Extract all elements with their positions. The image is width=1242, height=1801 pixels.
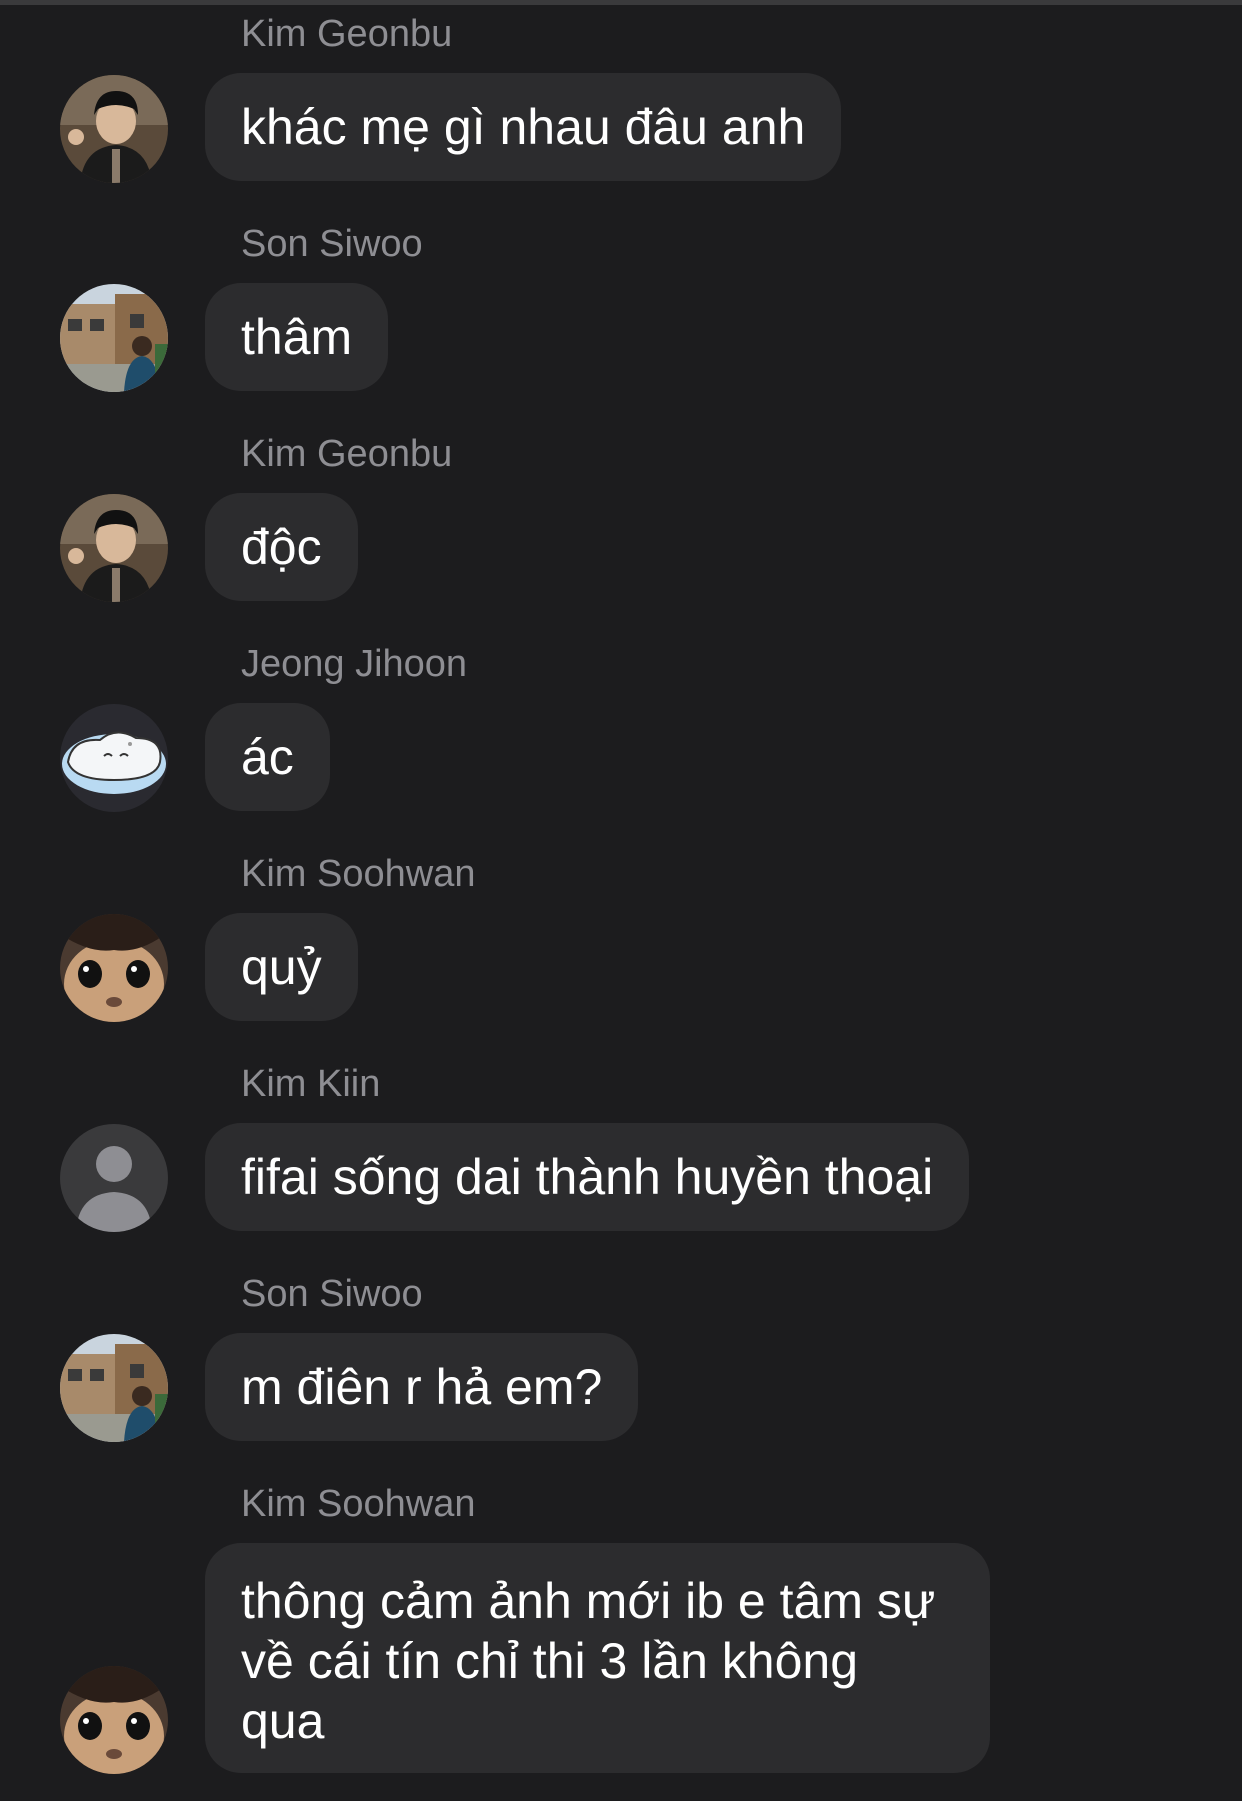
- avatar-icon[interactable]: [60, 914, 168, 1022]
- message-bubble[interactable]: độc: [205, 493, 358, 601]
- message-bubble[interactable]: thâm: [205, 283, 389, 391]
- sender-name[interactable]: Son Siwoo: [241, 222, 423, 266]
- avatar-icon[interactable]: [60, 494, 168, 602]
- sender-name[interactable]: Kim Kiin: [241, 1062, 380, 1106]
- avatar-icon[interactable]: [60, 1666, 168, 1774]
- sender-name[interactable]: Kim Soohwan: [241, 852, 475, 896]
- sender-name[interactable]: Kim Geonbu: [241, 12, 452, 56]
- message-bubble[interactable]: m điên r hả em?: [205, 1333, 639, 1441]
- default-user-icon[interactable]: [60, 1124, 168, 1232]
- message-bubble[interactable]: ác: [205, 703, 330, 811]
- sender-name[interactable]: Son Siwoo: [241, 1272, 423, 1316]
- avatar-icon[interactable]: [60, 1334, 168, 1442]
- sender-name[interactable]: Kim Geonbu: [241, 432, 452, 476]
- message-bubble[interactable]: thông cảm ảnh mới ib e tâm sự về cái tín…: [205, 1543, 990, 1773]
- avatar-icon[interactable]: [60, 75, 168, 183]
- avatar-icon[interactable]: [60, 704, 168, 812]
- message-bubble[interactable]: fifai sống dai thành huyền thoại: [205, 1123, 970, 1231]
- message-bubble[interactable]: quỷ: [205, 913, 358, 1021]
- sender-name[interactable]: Kim Soohwan: [241, 1482, 475, 1526]
- top-divider: [0, 0, 1242, 5]
- message-bubble[interactable]: khác mẹ gì nhau đâu anh: [205, 73, 842, 181]
- avatar-icon[interactable]: [60, 284, 168, 392]
- sender-name[interactable]: Jeong Jihoon: [241, 642, 467, 686]
